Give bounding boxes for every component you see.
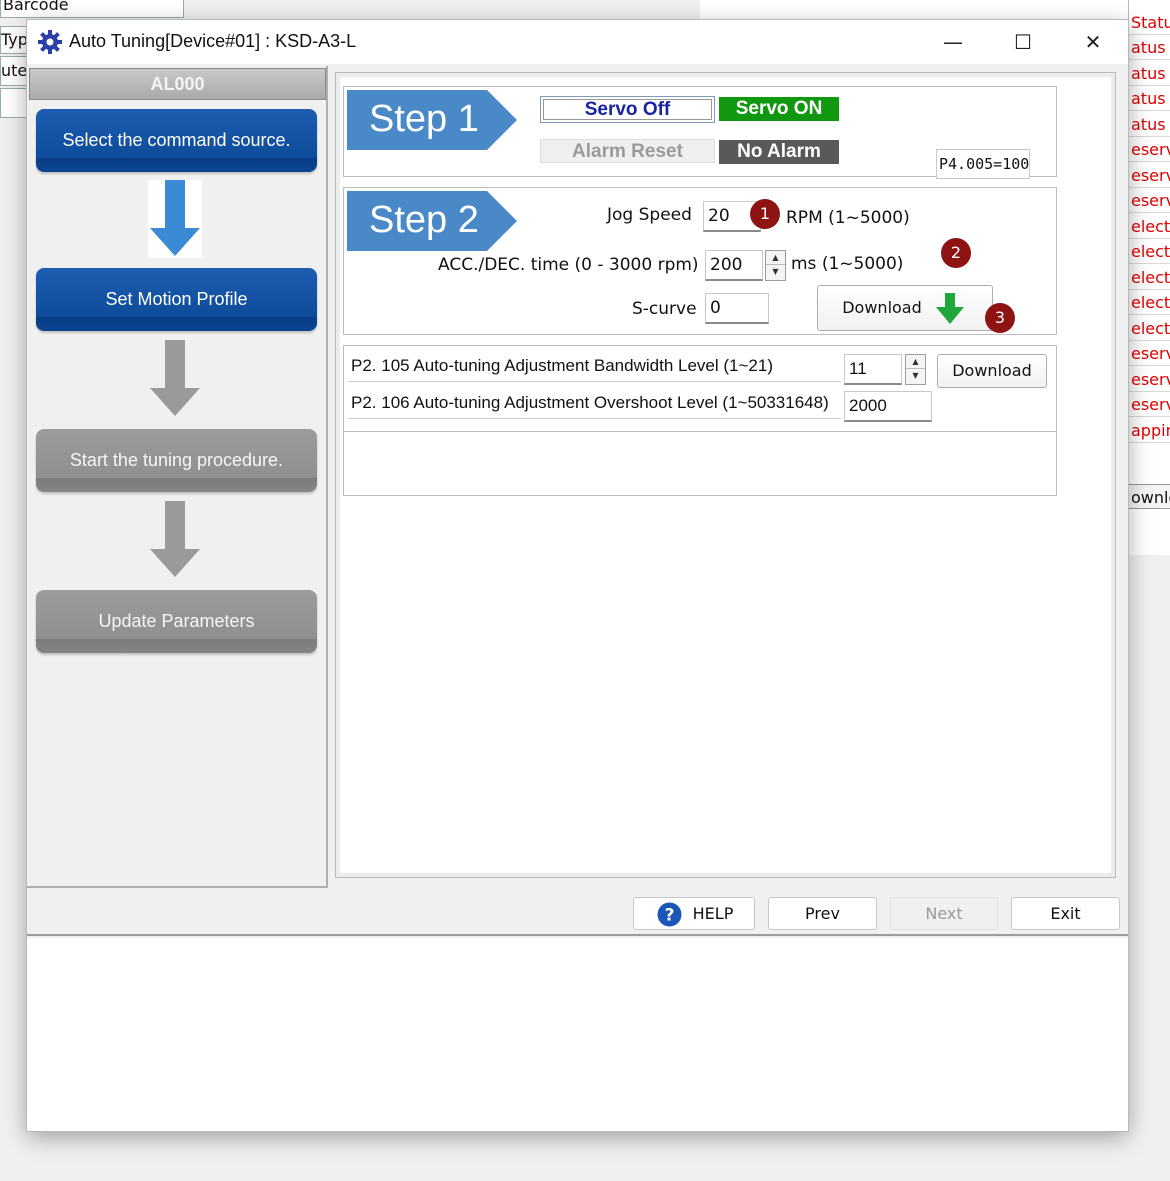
stepper-up-icon[interactable]: ▲ [766, 251, 785, 265]
stepper-down-icon[interactable]: ▼ [766, 265, 785, 279]
bg-empty-cell [0, 88, 30, 118]
bg-right-row: atus m [1129, 86, 1170, 111]
close-button[interactable]: ✕ [1058, 20, 1128, 64]
step2-group: Step 2 Jog Speed 2 0 RPM (1~5000) 1 ACC./… [343, 187, 1057, 335]
bg-right-row: elect c [1129, 316, 1170, 341]
window-title: Auto Tuning[Device#01] : KSD-A3-L [69, 31, 357, 51]
stepper-down-icon[interactable]: ▼ [906, 369, 925, 383]
bg-type-cell: Typ [0, 26, 30, 54]
title-bar[interactable]: Auto Tuning[Device#01] : KSD-A3-L — ☐ ✕ [27, 20, 1128, 64]
alarm-code-display: AL000 [29, 68, 326, 100]
step-update-parameters[interactable]: Update Parameters [36, 590, 317, 653]
servo-off-button[interactable]: Servo Off [540, 96, 715, 123]
bg-right-row: elect c [1129, 290, 1170, 315]
navigation-bar: ? HELP Prev Next Exit [27, 890, 1128, 936]
param-overshoot-input[interactable]: 2000 [844, 391, 932, 422]
param-bandwidth-stepper[interactable]: ▲ ▼ [905, 354, 926, 385]
svg-text:?: ? [665, 906, 675, 926]
accdec-time-unit: ms (1~5000) [791, 254, 904, 274]
bg-right-row: Status m [1129, 10, 1170, 35]
bg-table-header [700, 0, 1128, 20]
bg-right-row: atus m [1129, 35, 1170, 60]
no-alarm-status: No Alarm [719, 140, 839, 164]
step2-title: Step 2 [369, 199, 479, 241]
exit-button[interactable]: Exit [1011, 897, 1120, 930]
step-panel: AL000 Select the command source. Set Mot… [27, 66, 328, 888]
arrow-down-icon [148, 501, 202, 579]
param-bandwidth-input[interactable]: 11 [844, 354, 902, 385]
step1-group: Step 1 Servo Off Servo ON Alarm Reset No… [343, 86, 1057, 179]
step1-title: Step 1 [369, 98, 479, 140]
step1-chevron: Step 1 [347, 90, 517, 150]
gear-icon [37, 29, 63, 55]
param-overshoot-label: P2. 106 Auto-tuning Adjustment Overshoot… [348, 389, 841, 419]
bg-right-row: eserve [1129, 392, 1170, 417]
next-button[interactable]: Next [890, 897, 998, 930]
param-bandwidth-label: P2. 105 Auto-tuning Adjustment Bandwidth… [348, 352, 841, 382]
bg-right-row: elect c [1129, 214, 1170, 239]
bg-right-row: eserve [1129, 341, 1170, 366]
bg-download-button[interactable]: ownlo [1129, 484, 1170, 509]
minimize-button[interactable]: — [918, 20, 988, 64]
auto-tuning-window: Auto Tuning[Device#01] : KSD-A3-L — ☐ ✕ … [27, 20, 1128, 1131]
help-button[interactable]: ? HELP [633, 897, 755, 930]
bg-barcode-cell: Barcode [0, 0, 184, 18]
bg-computer-cell: uter [0, 56, 30, 86]
jog-speed-label: Jog Speed [607, 205, 692, 225]
servo-on-status: Servo ON [719, 97, 839, 121]
arrow-down-icon [148, 340, 202, 418]
bg-right-row: elect c [1129, 265, 1170, 290]
stepper-up-icon[interactable]: ▲ [906, 355, 925, 369]
prev-button[interactable]: Prev [768, 897, 877, 930]
bg-right-row: apping [1129, 418, 1170, 443]
accdec-time-input[interactable]: 200 [705, 250, 763, 281]
bg-right-row: atus m [1129, 61, 1170, 86]
bg-right-row: atus m [1129, 112, 1170, 137]
empty-group [343, 432, 1057, 496]
step-select-command-source[interactable]: Select the command source. [36, 109, 317, 172]
scurve-input[interactable]: 0 [705, 293, 769, 324]
accdec-time-stepper[interactable]: ▲ ▼ [765, 250, 786, 281]
jog-speed-unit: RPM (1~5000) [786, 208, 910, 228]
step-set-motion-profile[interactable]: Set Motion Profile [36, 268, 317, 331]
bg-right-row: eserve [1129, 188, 1170, 213]
param-download-button[interactable]: Download [937, 354, 1047, 388]
step-start-tuning-procedure[interactable]: Start the tuning procedure. [36, 429, 317, 492]
bg-right-column: Status m atus m atus m atus m atus m ese… [1128, 0, 1170, 555]
scurve-label: S-curve [632, 299, 697, 319]
parameter-readout: P4.005=100 [936, 149, 1030, 179]
main-content: Step 1 Servo Off Servo ON Alarm Reset No… [335, 72, 1116, 878]
maximize-button[interactable]: ☐ [988, 20, 1058, 64]
message-log-area [27, 938, 1128, 1131]
annotation-badge-3: 3 [985, 303, 1015, 333]
jog-download-button[interactable]: Download [817, 285, 993, 331]
bg-right-row: eserve [1129, 367, 1170, 392]
step2-chevron: Step 2 [347, 191, 517, 251]
annotation-badge-2: 2 [941, 238, 971, 268]
jog-download-label: Download [842, 298, 922, 317]
download-arrow-icon [936, 293, 964, 324]
bg-right-row: eserve [1129, 137, 1170, 162]
annotation-badge-1: 1 [750, 199, 780, 229]
bg-right-row: eserve [1129, 163, 1170, 188]
tuning-parameters-group: P2. 105 Auto-tuning Adjustment Bandwidth… [343, 345, 1057, 432]
bg-right-row: elect c [1129, 239, 1170, 264]
help-icon: ? [657, 902, 682, 927]
accdec-time-label: ACC./DEC. time (0 - 3000 rpm) [438, 255, 699, 275]
arrow-down-icon [148, 180, 202, 258]
alarm-reset-button[interactable]: Alarm Reset [540, 139, 715, 163]
